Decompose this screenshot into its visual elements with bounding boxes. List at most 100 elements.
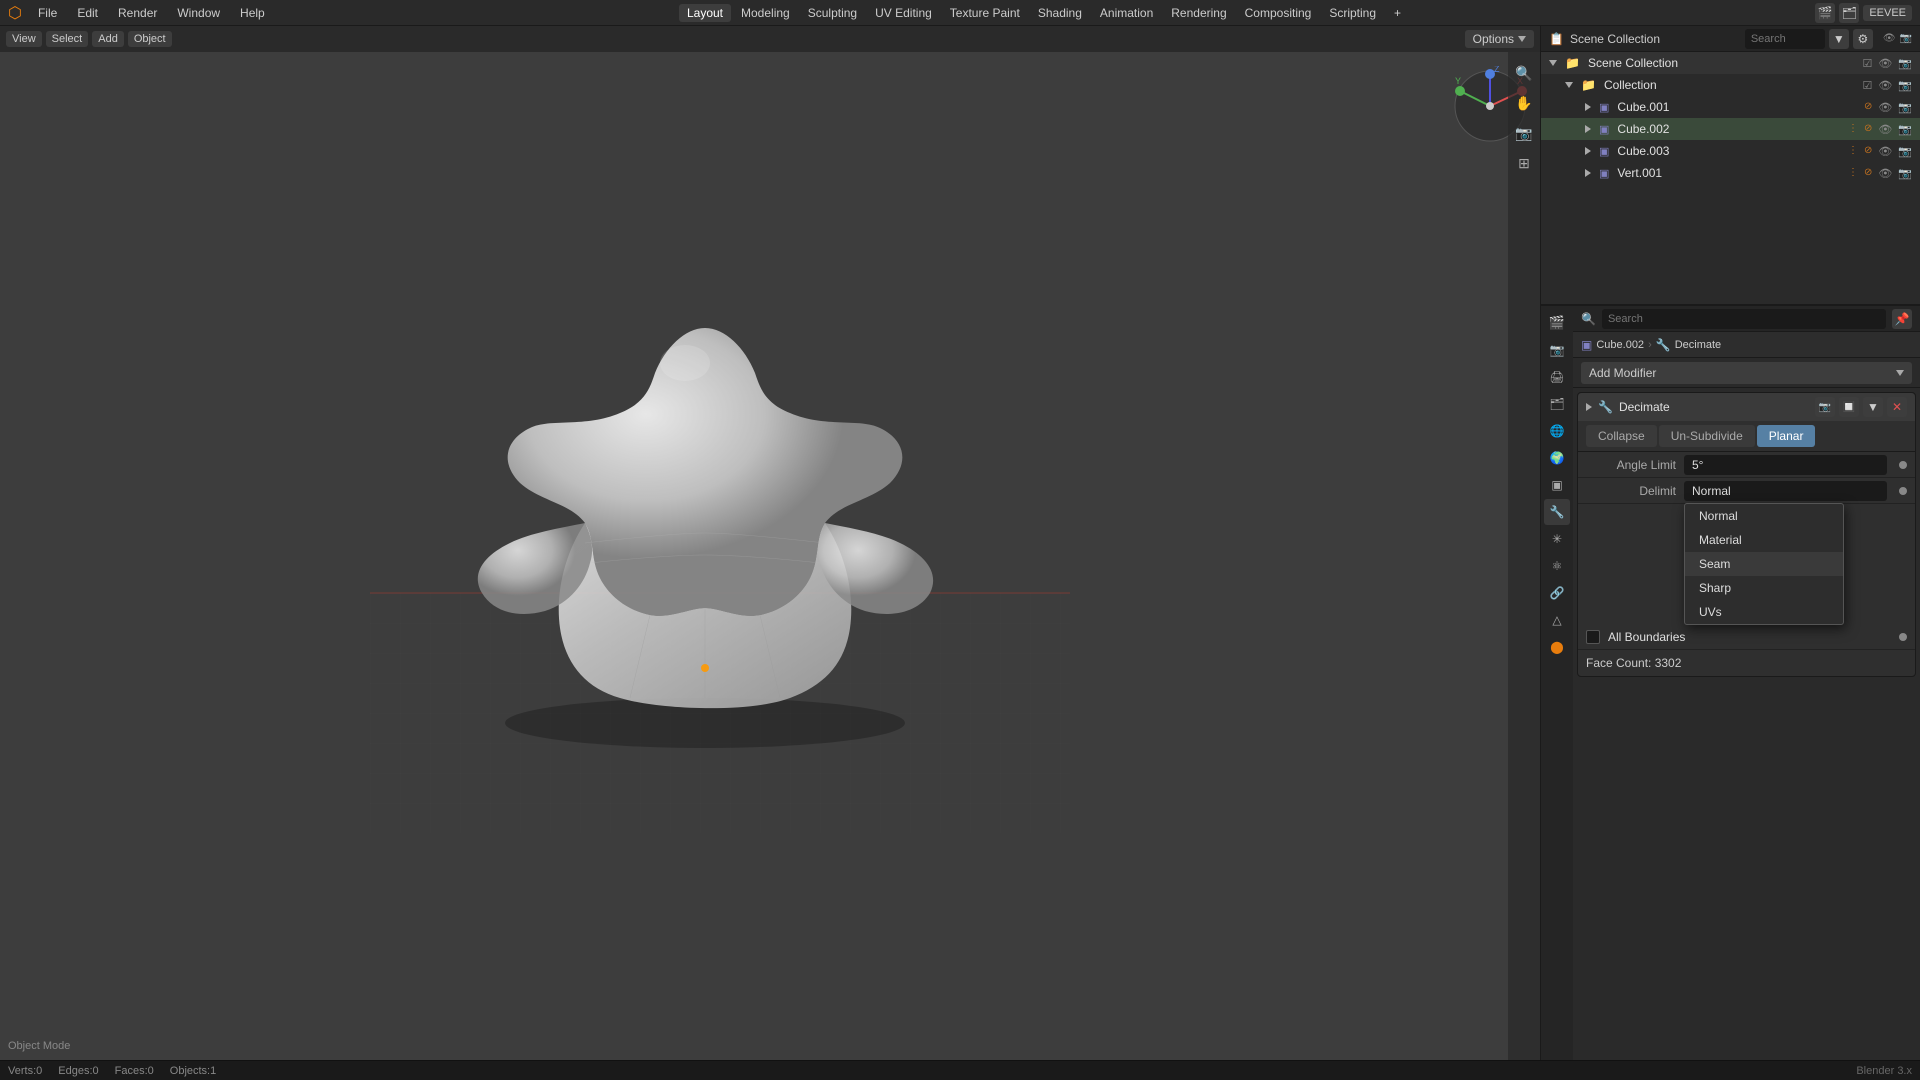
zoom-icon[interactable]: 🔍: [1511, 60, 1537, 86]
all-boundaries-row: All Boundaries: [1578, 624, 1915, 650]
props-pin-icon[interactable]: 📌: [1892, 309, 1912, 329]
menu-file[interactable]: File: [30, 4, 65, 22]
output-props-icon[interactable]: 🖨: [1544, 364, 1570, 390]
outliner-cube003[interactable]: ▣ Cube.003 ⋮ ⊘ 👁 📷: [1541, 140, 1920, 162]
material-props-icon[interactable]: ⬤: [1544, 634, 1570, 660]
vert001-camera[interactable]: 📷: [1898, 167, 1912, 180]
delimit-option-material[interactable]: Material: [1685, 528, 1843, 552]
view-layer-props-icon[interactable]: 🗂: [1544, 391, 1570, 417]
col-camera[interactable]: 📷: [1898, 79, 1912, 92]
engine-selector[interactable]: EEVEE: [1863, 5, 1912, 21]
decimate-expand-icon[interactable]: [1586, 403, 1592, 411]
status-faces: Faces:0: [115, 1065, 154, 1077]
viewport-object-menu[interactable]: Object: [128, 31, 172, 47]
main-area: View Select Add Object Options: [0, 26, 1920, 1060]
tab-collapse[interactable]: Collapse: [1586, 425, 1657, 447]
collection-label: Collection: [1604, 78, 1657, 92]
cube001-label: Cube.001: [1617, 100, 1669, 114]
viewport-3d[interactable]: View Select Add Object Options: [0, 26, 1540, 1060]
scene-check-icon[interactable]: ☑: [1862, 57, 1872, 70]
add-workspace[interactable]: +: [1386, 4, 1409, 22]
grid-view-icon[interactable]: ⊞: [1511, 150, 1537, 176]
workspace-uv[interactable]: UV Editing: [867, 4, 940, 22]
cube001-camera[interactable]: 📷: [1898, 101, 1912, 114]
particles-props-icon[interactable]: ✳: [1544, 526, 1570, 552]
workspace-shading[interactable]: Shading: [1030, 4, 1090, 22]
workspace-texture[interactable]: Texture Paint: [942, 4, 1028, 22]
cube003-camera[interactable]: 📷: [1898, 145, 1912, 158]
object-3d-container: [100, 106, 1340, 960]
decimate-dropdown-icon[interactable]: ▼: [1863, 397, 1883, 417]
menu-edit[interactable]: Edit: [69, 4, 106, 22]
scene-props-icon[interactable]: 🌐: [1544, 418, 1570, 444]
delimit-option-normal[interactable]: Normal: [1685, 504, 1843, 528]
menu-help[interactable]: Help: [232, 4, 273, 22]
constraints-props-icon[interactable]: 🔗: [1544, 580, 1570, 606]
cube001-expand-icon: [1585, 103, 1591, 111]
outliner-settings[interactable]: ⚙: [1853, 29, 1873, 49]
outliner-cube002[interactable]: ▣ Cube.002 ⋮ ⊘ 👁 📷: [1541, 118, 1920, 140]
delimit-option-uvs[interactable]: UVs: [1685, 600, 1843, 624]
angle-limit-value[interactable]: 5°: [1684, 455, 1887, 475]
render-props-icon[interactable]: 📷: [1544, 337, 1570, 363]
all-boundaries-checkbox[interactable]: [1586, 630, 1600, 644]
delimit-keyframe-dot[interactable]: [1899, 487, 1907, 495]
menu-window[interactable]: Window: [169, 4, 228, 22]
viewport-add-menu[interactable]: Add: [92, 31, 124, 47]
angle-limit-keyframe-dot[interactable]: [1899, 461, 1907, 469]
decimate-close-icon[interactable]: ✕: [1887, 397, 1907, 417]
workspace-rendering[interactable]: Rendering: [1163, 4, 1234, 22]
viewport-select-menu[interactable]: Select: [46, 31, 89, 47]
outliner-vert001[interactable]: ▣ Vert.001 ⋮ ⊘ 👁 📷: [1541, 162, 1920, 184]
outliner-search[interactable]: [1745, 29, 1825, 49]
scene-collection-label: Scene Collection: [1588, 56, 1678, 70]
decimate-name[interactable]: Decimate: [1619, 400, 1809, 414]
hand-icon[interactable]: ✋: [1511, 90, 1537, 116]
outliner-filter[interactable]: ▼: [1829, 29, 1849, 49]
object-data-props-icon[interactable]: △: [1544, 607, 1570, 633]
all-boundaries-dot[interactable]: [1899, 633, 1907, 641]
scene-render-icon[interactable]: 🎬: [1544, 310, 1570, 336]
col-eye[interactable]: 👁: [1878, 79, 1892, 92]
workspace-sculpting[interactable]: Sculpting: [800, 4, 865, 22]
camera-view-icon[interactable]: 📷: [1511, 120, 1537, 146]
delimit-option-sharp[interactable]: Sharp: [1685, 576, 1843, 600]
object-props-icon[interactable]: ▣: [1544, 472, 1570, 498]
scene-selector[interactable]: 🎬: [1815, 3, 1835, 23]
menu-render[interactable]: Render: [110, 4, 165, 22]
col-check[interactable]: ☑: [1862, 79, 1872, 92]
col-visibility: 👁: [1883, 33, 1896, 44]
scene-camera-icon[interactable]: 📷: [1898, 57, 1912, 70]
outliner-cube001[interactable]: ▣ Cube.001 ⊘ 👁 📷: [1541, 96, 1920, 118]
decimate-camera-icon[interactable]: 📷: [1815, 397, 1835, 417]
delimit-dropdown-menu: Normal Material Seam Sharp UVs: [1684, 503, 1844, 625]
cube002-camera[interactable]: 📷: [1898, 123, 1912, 136]
cube003-eye[interactable]: 👁: [1878, 145, 1892, 158]
cube001-eye[interactable]: 👁: [1878, 101, 1892, 114]
workspace-scripting[interactable]: Scripting: [1321, 4, 1384, 22]
tab-planar[interactable]: Planar: [1757, 425, 1816, 447]
workspace-modeling[interactable]: Modeling: [733, 4, 798, 22]
outliner-scene-collection[interactable]: 📁 Scene Collection ☑ 👁 📷: [1541, 52, 1920, 74]
cube002-eye[interactable]: 👁: [1878, 123, 1892, 136]
workspace-layout[interactable]: Layout: [679, 4, 731, 22]
modifier-props-icon[interactable]: 🔧: [1544, 499, 1570, 525]
outliner-collection[interactable]: 📁 Collection ☑ 👁 📷: [1541, 74, 1920, 96]
physics-props-icon[interactable]: ⚛: [1544, 553, 1570, 579]
workspace-animation[interactable]: Animation: [1092, 4, 1161, 22]
tab-un-subdivide[interactable]: Un-Subdivide: [1659, 425, 1755, 447]
vert001-eye[interactable]: 👁: [1878, 167, 1892, 180]
svg-text:Z: Z: [1494, 66, 1500, 74]
view-layer-selector[interactable]: 🗂: [1839, 3, 1859, 23]
add-modifier-button[interactable]: Add Modifier: [1581, 362, 1912, 384]
properties-search[interactable]: [1602, 309, 1886, 329]
viewport-view-menu[interactable]: View: [6, 31, 42, 47]
world-props-icon[interactable]: 🌍: [1544, 445, 1570, 471]
options-button[interactable]: Options: [1465, 30, 1534, 48]
workspace-compositing[interactable]: Compositing: [1237, 4, 1320, 22]
vert001-mesh-icon: ▣: [1599, 167, 1609, 180]
delimit-trigger[interactable]: Normal: [1684, 481, 1887, 501]
scene-eye-icon[interactable]: 👁: [1878, 57, 1892, 70]
decimate-render-icon[interactable]: 🔲: [1839, 397, 1859, 417]
delimit-option-seam[interactable]: Seam: [1685, 552, 1843, 576]
